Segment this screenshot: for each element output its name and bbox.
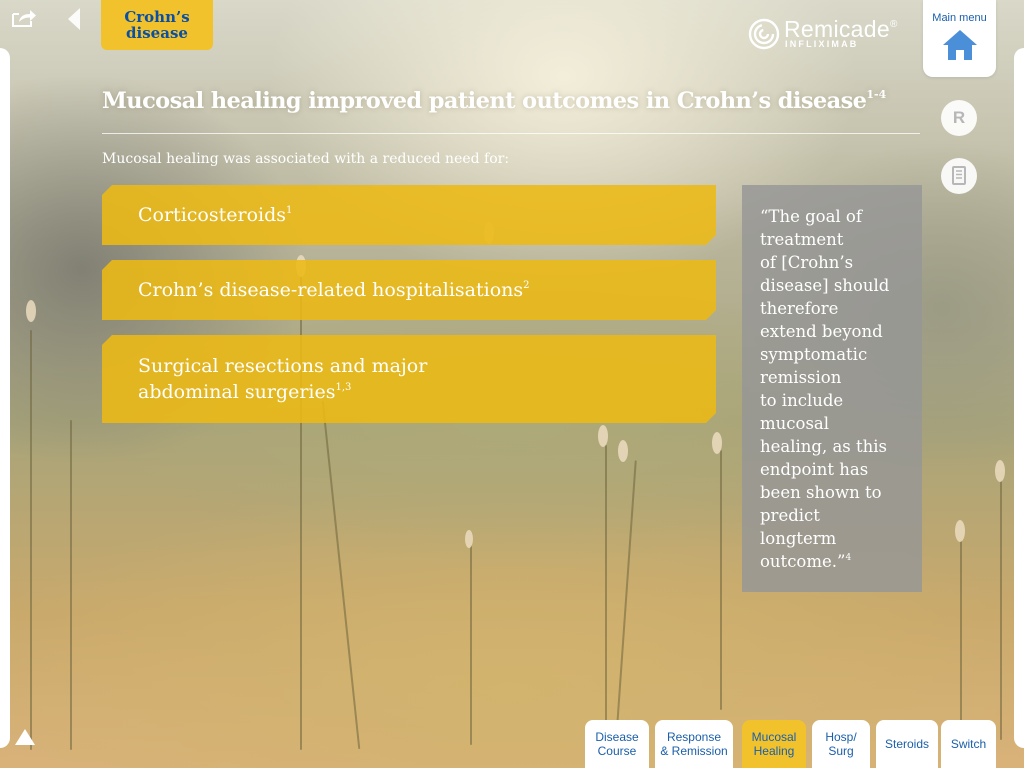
grass-stalk [321,400,361,750]
quote-line: “The goal of [760,207,862,226]
logo-trademark: ® [889,19,898,30]
outcome-text: Surgical resections and major abdominal … [138,353,427,405]
outcome-refs: 2 [523,280,530,291]
tab-label-line: Hosp/ [825,730,857,744]
main-menu-label: Main menu [932,12,987,24]
grass-bud [618,440,628,462]
tab-label-line: Disease [595,730,639,744]
up-arrow-icon[interactable] [14,728,36,746]
share-icon[interactable] [11,8,37,28]
grass-bud [712,432,722,454]
quote-line: disease] should [760,276,890,295]
back-arrow-icon[interactable] [68,8,80,30]
outcome-text: Corticosteroids1 [138,202,292,228]
tab-hosp-surg[interactable]: Hosp/Surg [812,720,870,768]
outcome-line: Surgical resections and major [138,355,428,377]
outcome-line: abdominal surgeries [138,381,336,403]
quote-line: longterm [760,529,837,548]
tab-label-line: Mucosal [751,730,797,744]
grass-bud [995,460,1005,482]
quote-line: healing, as this [760,437,888,456]
tab-disease-course[interactable]: Disease Course [585,720,649,768]
remicade-logo-icon [748,18,780,50]
quote-line: therefore [760,299,839,318]
tab-label: Response & Remission [660,730,727,758]
remicade-logo: Remicade® INFLIXIMAB [748,16,898,52]
grass-bud [955,520,965,542]
quote-line: to include [760,391,844,410]
intro-text: Mucosal healing was associated with a re… [102,151,510,167]
outcome-refs: 1 [286,205,293,216]
quote-line: outcome.” [760,552,846,571]
grass-stalk [605,445,607,745]
grass-bud [598,425,608,447]
outcome-text: Crohn’s disease-related hospitalisations… [138,277,530,303]
tab-label: Switch [950,737,987,751]
quote-line: of [Crohn’s [760,253,854,272]
tab-label-line: Response [666,730,722,744]
grass-stalk [720,450,722,710]
quote-line: predict [760,506,820,525]
quote-line: mucosal [760,414,830,433]
outcome-banner: Crohn’s disease-related hospitalisations… [102,260,716,320]
tab-steroids[interactable]: Steroids [876,720,938,768]
page-title-text: Mucosal healing improved patient outcome… [102,88,867,114]
grass-stalk [470,545,472,745]
quote-line: treatment [760,230,844,249]
quote-line: been shown to [760,483,882,502]
tab-label-line: Healing [753,744,795,758]
tab-label-line: & Remission [660,744,728,758]
quote-line: remission [760,368,842,387]
grass-stalk [1000,480,1002,740]
document-icon [952,166,966,185]
references-icon: R [952,108,966,127]
tab-label: Mucosal Healing [752,730,797,758]
tab-label: Disease Course [595,730,638,758]
quote-line: extend beyond [760,322,883,341]
tab-label: Steroids [884,737,930,751]
quote-ref: 4 [845,553,852,563]
outcome-line: Crohn’s disease-related hospitalisations [138,279,524,301]
quote-box: “The goal of treatment of [Crohn’s disea… [742,185,922,592]
quote-line: symptomatic [760,345,868,364]
page-title: Mucosal healing improved patient outcome… [102,88,886,114]
outcome-banner: Corticosteroids1 [102,185,716,245]
tab-label-line: Course [597,744,637,758]
quote-text: “The goal of treatment of [Crohn’s disea… [760,205,904,573]
main-menu-button[interactable]: Main menu [923,0,996,77]
grass-stalk [70,420,72,750]
tab-switch[interactable]: Switch [941,720,996,768]
grass-stalk [615,460,637,740]
grass-bud [26,300,36,322]
outcome-refs: 1,3 [335,382,352,393]
section-tag: Crohn’s disease [101,0,213,50]
grass-stalk [960,540,962,740]
tab-label-line: Surg [828,744,854,758]
left-edge-panel [0,48,10,748]
references-button[interactable]: R [941,100,977,136]
title-divider [102,133,920,134]
outcome-banner: Surgical resections and major abdominal … [102,335,716,423]
document-button[interactable] [941,158,977,194]
home-icon [942,30,977,60]
grass-bud [465,530,473,548]
right-edge-panel [1014,48,1024,748]
tab-mucosal-healing[interactable]: Mucosal Healing [742,720,806,768]
page-title-refs: 1-4 [866,88,887,101]
tab-label: Hosp/Surg [825,730,856,758]
grass-stalk [30,330,32,750]
quote-line: endpoint has [760,460,869,479]
tab-response-remission[interactable]: Response & Remission [655,720,733,768]
section-tag-line: disease [126,24,188,42]
outcome-line: Corticosteroids [138,204,286,226]
logo-subtitle: INFLIXIMAB [785,39,859,49]
